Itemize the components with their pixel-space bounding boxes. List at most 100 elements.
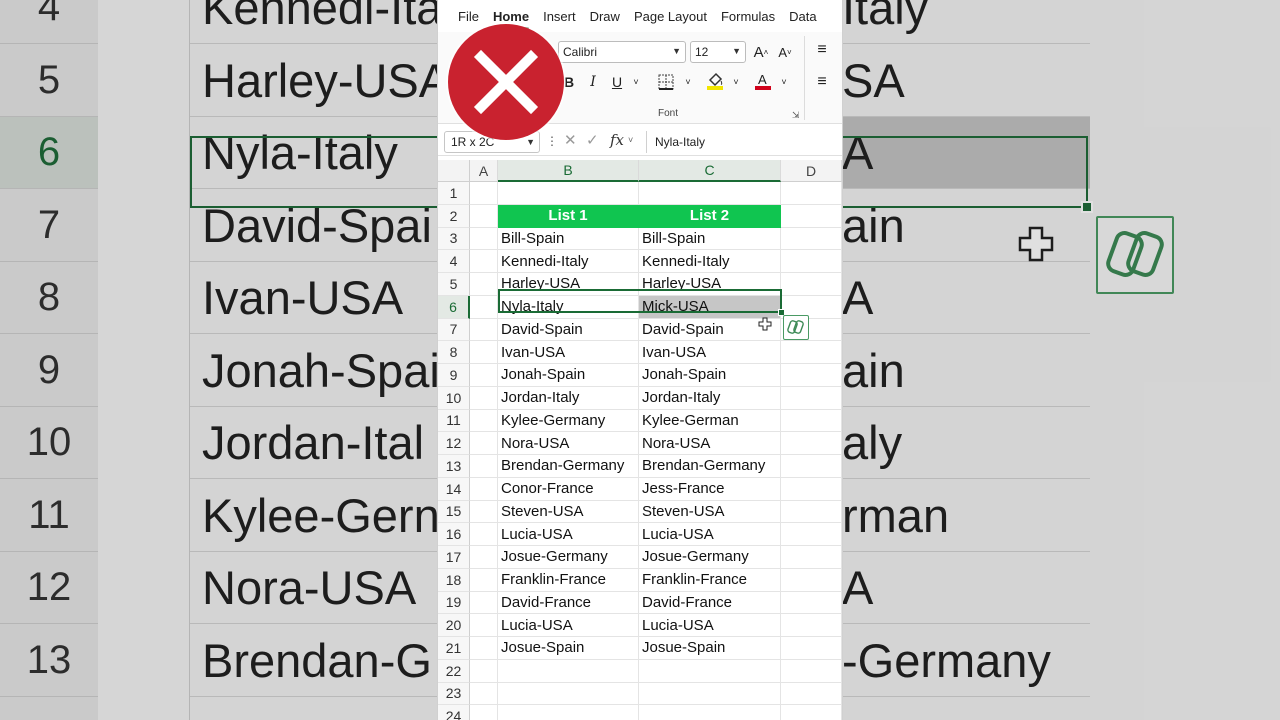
cell-b7[interactable]: David-Spain — [498, 318, 639, 342]
row-header-10[interactable]: 10 — [438, 386, 470, 410]
cell-a1[interactable] — [470, 182, 498, 205]
cell-c20[interactable]: Lucia-USA — [639, 614, 781, 637]
cell-b22[interactable] — [498, 659, 639, 683]
cell-d11[interactable] — [781, 409, 842, 433]
select-all-corner[interactable] — [438, 160, 470, 182]
tab-home[interactable]: Home — [492, 9, 530, 30]
row-header-15[interactable]: 15 — [438, 500, 470, 524]
cell-a14[interactable] — [470, 477, 498, 501]
cell-b17[interactable]: Josue-Germany — [498, 546, 639, 569]
cell-b4[interactable]: Kennedi-Italy — [498, 250, 639, 273]
cell-c17[interactable]: Josue-Germany — [639, 546, 781, 569]
cell-c18[interactable]: Franklin-France — [639, 568, 781, 592]
cell-c13[interactable]: Brendan-Germany — [639, 455, 781, 478]
cell-c22[interactable] — [639, 659, 781, 683]
cell-d18[interactable] — [781, 568, 842, 592]
cell-a12[interactable] — [470, 432, 498, 455]
row-header-24[interactable]: 24 — [438, 705, 470, 720]
cell-d17[interactable] — [781, 546, 842, 569]
cell-c5[interactable]: Harley-USA — [639, 273, 781, 296]
font-color-icon[interactable]: A — [752, 70, 774, 92]
cell-a20[interactable] — [470, 614, 498, 637]
cell-a5[interactable] — [470, 273, 498, 296]
cell-c23[interactable] — [639, 682, 781, 706]
cell-b21[interactable]: Josue-Spain — [498, 637, 639, 660]
cell-c16[interactable]: Lucia-USA — [639, 523, 781, 546]
row-header-21[interactable]: 21 — [438, 637, 470, 660]
cell-b5[interactable]: Harley-USA — [498, 273, 639, 296]
confirm-icon[interactable]: ✓ — [586, 131, 599, 149]
cell-c4[interactable]: Kennedi-Italy — [639, 250, 781, 273]
row-header-7[interactable]: 7 — [438, 318, 470, 342]
cell-b15[interactable]: Steven-USA — [498, 500, 639, 524]
cell-b12[interactable]: Nora-USA — [498, 432, 639, 455]
cell-c15[interactable]: Steven-USA — [639, 500, 781, 524]
font-name-dropdown[interactable]: Calibri ▼ — [558, 41, 686, 63]
cell-a4[interactable] — [470, 250, 498, 273]
more-options-icon[interactable]: ⋮ — [546, 134, 558, 148]
chevron-down-icon[interactable]: ˅ — [730, 72, 742, 92]
row-header-17[interactable]: 17 — [438, 546, 470, 569]
align-top-icon[interactable]: ≡ — [812, 40, 832, 60]
row-header-16[interactable]: 16 — [438, 523, 470, 546]
column-header-b[interactable]: B — [498, 160, 639, 182]
chevron-down-icon[interactable]: ˅ — [778, 72, 790, 92]
cell-c3[interactable]: Bill-Spain — [639, 227, 781, 251]
cell-d24[interactable] — [781, 705, 842, 720]
cell-d13[interactable] — [781, 455, 842, 478]
tab-formulas[interactable]: Formulas — [721, 9, 775, 24]
row-header-13[interactable]: 13 — [438, 455, 470, 478]
column-header-a[interactable]: A — [470, 160, 498, 182]
row-header-5[interactable]: 5 — [438, 273, 470, 296]
row-header-14[interactable]: 14 — [438, 477, 470, 501]
row-header-22[interactable]: 22 — [438, 659, 470, 683]
cell-a16[interactable] — [470, 523, 498, 546]
cell-a19[interactable] — [470, 591, 498, 615]
cell-d2[interactable] — [781, 204, 842, 228]
cell-d22[interactable] — [781, 659, 842, 683]
row-header-1[interactable]: 1 — [438, 182, 470, 205]
dialog-launcher-icon[interactable]: ⇲ — [792, 110, 800, 121]
cell-b11[interactable]: Kylee-Germany — [498, 409, 639, 433]
row-header-6[interactable]: 6 — [438, 295, 470, 319]
cell-d23[interactable] — [781, 682, 842, 706]
cell-c1[interactable] — [639, 182, 781, 205]
cell-a8[interactable] — [470, 341, 498, 364]
row-header-2[interactable]: 2 — [438, 204, 470, 228]
increase-font-icon[interactable]: A ˄ — [752, 42, 770, 62]
insert-function-icon[interactable]: fx — [610, 131, 624, 149]
cell-b8[interactable]: Ivan-USA — [498, 341, 639, 364]
cell-c10[interactable]: Jordan-Italy — [639, 386, 781, 410]
cell-b1[interactable] — [498, 182, 639, 205]
cell-d8[interactable] — [781, 341, 842, 364]
cell-a13[interactable] — [470, 455, 498, 478]
row-header-8[interactable]: 8 — [438, 341, 470, 364]
cell-b9[interactable]: Jonah-Spain — [498, 364, 639, 387]
cell-d12[interactable] — [781, 432, 842, 455]
cell-b16[interactable]: Lucia-USA — [498, 523, 639, 546]
cell-c8[interactable]: Ivan-USA — [639, 341, 781, 364]
cell-a22[interactable] — [470, 659, 498, 683]
cell-a18[interactable] — [470, 568, 498, 592]
cell-d4[interactable] — [781, 250, 842, 273]
chevron-down-icon[interactable]: ˅ — [628, 135, 633, 145]
cell-b19[interactable]: David-France — [498, 591, 639, 615]
underline-icon[interactable]: U — [608, 72, 626, 92]
cell-b14[interactable]: Conor-France — [498, 477, 639, 501]
cell-a2[interactable] — [470, 204, 498, 228]
chevron-down-icon[interactable]: ˅ — [682, 72, 694, 92]
cell-b2[interactable]: List 1 — [498, 204, 639, 228]
row-header-4[interactable]: 4 — [438, 250, 470, 273]
cell-b23[interactable] — [498, 682, 639, 706]
cell-b6[interactable]: Nyla-Italy — [498, 295, 639, 319]
column-header-c[interactable]: C — [639, 160, 781, 182]
cell-d1[interactable] — [781, 182, 842, 205]
cell-d16[interactable] — [781, 523, 842, 546]
fill-color-icon[interactable] — [704, 70, 726, 92]
cell-a24[interactable] — [470, 705, 498, 720]
cell-a10[interactable] — [470, 386, 498, 410]
cell-c9[interactable]: Jonah-Spain — [639, 364, 781, 387]
cell-a21[interactable] — [470, 637, 498, 660]
cell-c19[interactable]: David-France — [639, 591, 781, 615]
cell-a3[interactable] — [470, 227, 498, 251]
